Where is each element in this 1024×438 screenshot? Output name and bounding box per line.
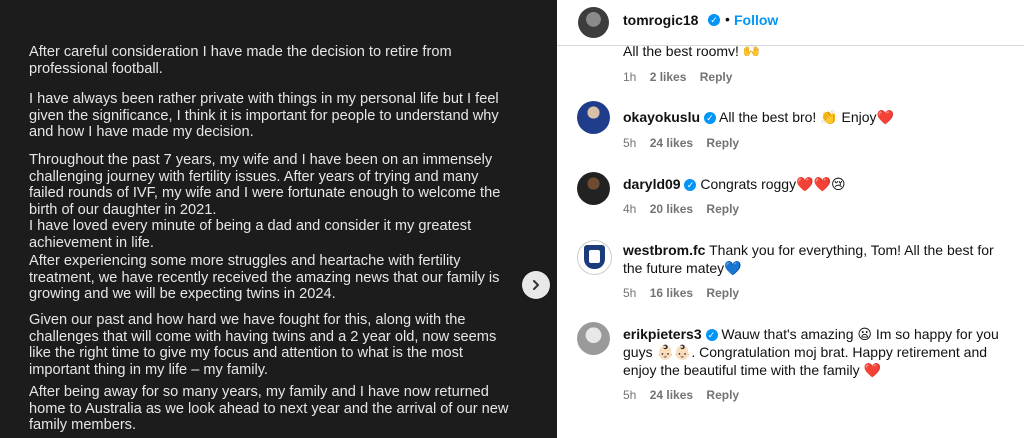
follow-button[interactable]: Follow — [734, 12, 778, 28]
post-header: tomrogic18 ✓ • Follow — [557, 0, 1024, 46]
comment-meta: 1h 2 likes Reply — [623, 70, 742, 84]
reply-button[interactable]: Reply — [706, 202, 739, 216]
commenter-avatar[interactable] — [577, 101, 610, 134]
comment-body: All the best bro! 👏 Enjoy❤️ — [719, 109, 894, 125]
verified-badge-icon: ✓ — [705, 329, 718, 342]
comment-likes[interactable]: 24 likes — [650, 388, 693, 402]
comment-time: 4h — [623, 202, 637, 216]
instagram-post-view: After careful consideration I have made … — [0, 0, 1024, 438]
chevron-right-icon — [533, 280, 539, 290]
comment-meta: 4h 20 likes Reply — [623, 202, 749, 216]
comment-time: 1h — [623, 70, 637, 84]
comment-likes[interactable]: 20 likes — [650, 202, 693, 216]
reply-button[interactable]: Reply — [706, 136, 739, 150]
statement-paragraph: Throughout the past 7 years, my wife and… — [29, 152, 501, 251]
commenter-username[interactable]: okayokuslu — [623, 109, 700, 125]
reply-button[interactable]: Reply — [700, 70, 733, 84]
statement-paragraph: After experiencing some more struggles a… — [29, 253, 500, 302]
comment-text: All the best roomy! 🙌 — [623, 42, 1003, 56]
club-crest-icon — [584, 245, 605, 269]
commenter-username[interactable]: erikpieters3 — [623, 326, 702, 342]
next-slide-button[interactable] — [522, 271, 550, 299]
author-username[interactable]: tomrogic18 — [623, 12, 698, 28]
reply-button[interactable]: Reply — [706, 286, 739, 300]
comment-time: 5h — [623, 286, 637, 300]
comments-panel: tomrogic18 ✓ • Follow All the best roomy… — [557, 0, 1024, 438]
post-media: After careful consideration I have made … — [0, 0, 557, 438]
verified-badge-icon: ✓ — [703, 112, 716, 125]
comment-text: westbrom.fc Thank you for everything, To… — [623, 241, 1008, 277]
comment-likes[interactable]: 16 likes — [650, 286, 693, 300]
commenter-username[interactable]: daryld09 — [623, 176, 681, 192]
commenter-avatar[interactable] — [577, 240, 612, 275]
statement-paragraph: After careful consideration I have made … — [29, 44, 452, 77]
verified-badge-icon: ✓ — [684, 179, 697, 192]
comment-text: daryld09 ✓ Congrats roggy❤️❤️😢 — [623, 175, 1008, 193]
statement-paragraph: After being away for so many years, my f… — [29, 384, 509, 433]
verified-badge-icon: ✓ — [708, 14, 720, 26]
statement-paragraph: Given our past and how hard we have foug… — [29, 312, 497, 378]
comment-time: 5h — [623, 136, 637, 150]
comment-meta: 5h 24 likes Reply — [623, 136, 749, 150]
comment-meta: 5h 16 likes Reply — [623, 286, 749, 300]
statement-paragraph: I have always been rather private with t… — [29, 91, 499, 140]
comment-meta: 5h 24 likes Reply — [623, 388, 749, 402]
commenter-avatar[interactable] — [577, 322, 610, 355]
comment-text: erikpieters3 ✓ Wauw that's amazing 😦 Im … — [623, 325, 1013, 379]
comment-body: Congrats roggy❤️❤️😢 — [700, 176, 846, 192]
comment-likes[interactable]: 2 likes — [650, 70, 687, 84]
comment-text: okayokuslu ✓ All the best bro! 👏 Enjoy❤️ — [623, 108, 1008, 126]
comment-body: All the best roomy! 🙌 — [623, 43, 761, 56]
separator-dot: • — [725, 11, 730, 27]
author-avatar[interactable] — [578, 7, 609, 38]
commenter-avatar[interactable] — [577, 172, 610, 205]
comment-time: 5h — [623, 388, 637, 402]
retirement-statement-image: After careful consideration I have made … — [0, 0, 557, 438]
commenter-username[interactable]: westbrom.fc — [623, 242, 705, 258]
comment-likes[interactable]: 24 likes — [650, 136, 693, 150]
reply-button[interactable]: Reply — [706, 388, 739, 402]
